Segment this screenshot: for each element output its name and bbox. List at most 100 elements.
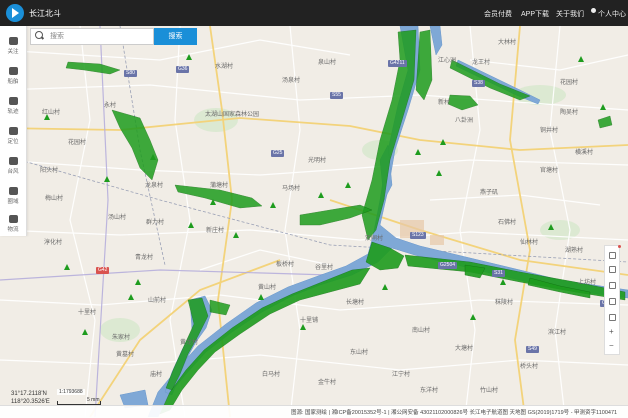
place-label: 十里村 (78, 310, 97, 316)
app-logo-icon[interactable] (6, 4, 24, 22)
search-button[interactable]: 搜索 (154, 28, 197, 45)
place-label: 马场村 (282, 186, 301, 192)
place-label: 板桥村 (276, 262, 295, 268)
place-label: 梅山村 (45, 196, 64, 202)
sidebar-item-area[interactable]: 圈域 (0, 184, 26, 206)
sidebar-item-follow[interactable]: 关注 (0, 34, 26, 56)
route-shield: G36 (176, 66, 190, 73)
map-tools: + − (604, 245, 620, 355)
route-shield: G42 (96, 267, 110, 274)
app-title: 长江北斗 (29, 9, 61, 18)
map-canvas[interactable] (0, 0, 628, 417)
place-label: 青龙村 (135, 255, 154, 261)
route-shield: S49 (526, 346, 539, 353)
top-bar: 长江北斗 会员付费 APP下载 关于我们 个人中心 (0, 0, 628, 26)
place-label: 桥头村 (520, 364, 539, 370)
sidebar-item-track[interactable]: 轨迹 (0, 94, 26, 116)
place-label: 官塘村 (540, 168, 559, 174)
route-shield: S80 (124, 70, 137, 77)
place-label: 龙王村 (472, 60, 491, 66)
boat-icon (9, 67, 18, 75)
zoom-in-button[interactable]: + (609, 328, 614, 336)
left-sidebar: 关注 船舶 轨迹 定位 台风 圈域 物流 (0, 26, 27, 236)
zoom-out-button[interactable]: − (609, 342, 614, 350)
sidebar-item-label: 台风 (7, 169, 19, 175)
nav-membership[interactable]: 会员付费 (484, 9, 512, 19)
place-label: 双闸村 (365, 236, 384, 242)
place-label: 仙林村 (520, 240, 539, 246)
sidebar-item-label: 圈域 (7, 199, 19, 205)
place-label: 花园村 (560, 80, 579, 86)
place-label: 永村 (104, 103, 117, 109)
place-label: 白马村 (262, 372, 281, 378)
sidebar-item-typhoon[interactable]: 台风 (0, 154, 26, 176)
route-shield: G2504 (438, 262, 458, 269)
coordinate-readout: 31°17.2118'N 118°20.3526'E (11, 390, 50, 406)
footer-bar: 图源: 国家测绘 | 湘ICP备20015352号-1 | 湘公网安备 4302… (0, 405, 628, 418)
route-shield: S55 (330, 92, 343, 99)
marker-icon[interactable] (609, 314, 616, 321)
sidebar-item-location[interactable]: 定位 (0, 124, 26, 146)
logistics-icon (9, 215, 18, 223)
place-label: 黄龙村 (180, 340, 199, 346)
route-shield: G25 (271, 150, 285, 157)
layers-icon[interactable] (609, 252, 616, 259)
nav-about[interactable]: 关于我们 (556, 9, 584, 19)
place-label: 江心洲 (438, 58, 457, 64)
place-label: 竹山村 (480, 388, 499, 394)
place-label: 秣陵村 (495, 300, 514, 306)
footer-credits: 图源: 国家测绘 | 湘ICP备20015352号-1 | 湘公网安备 4302… (291, 410, 618, 416)
sidebar-item-label: 船舶 (7, 79, 19, 85)
place-label: 大塘村 (455, 346, 474, 352)
sidebar-item-logistics[interactable]: 物流 (0, 212, 26, 234)
place-label: 上坊村 (578, 280, 597, 286)
measure-icon[interactable] (609, 282, 616, 289)
place-label: 江宁村 (392, 372, 411, 378)
place-label: 汤泉村 (282, 78, 301, 84)
search-input[interactable] (50, 29, 150, 44)
filter-icon[interactable] (609, 266, 616, 273)
place-label: 黄墓村 (116, 352, 135, 358)
place-label: 东洋村 (420, 388, 439, 394)
place-label: 红山村 (42, 110, 61, 116)
place-label: 石佛村 (498, 220, 517, 226)
latitude-readout: 31°17.2118'N (11, 391, 47, 397)
sidebar-item-label: 关注 (7, 49, 19, 55)
route-shield: G4211 (388, 60, 407, 67)
place-label: 谷里村 (315, 265, 334, 271)
route-shield: S31 (492, 270, 505, 277)
nav-app-download[interactable]: APP下载 (521, 9, 549, 19)
place-label: 水湖村 (215, 64, 234, 70)
place-label: 泉山村 (318, 60, 337, 66)
place-label: 东山村 (350, 350, 369, 356)
place-label: 太湖山国家森林公园 (205, 112, 260, 118)
place-label: 新村 (438, 100, 451, 106)
area-icon (9, 187, 18, 195)
place-label: 十里铺 (300, 318, 319, 324)
route-shield: S123 (410, 232, 426, 239)
sidebar-item-label: 轨迹 (7, 109, 19, 115)
ship-icon (9, 37, 18, 45)
track-icon (9, 97, 18, 105)
place-label: 山前村 (148, 298, 167, 304)
scale-ratio: 1:1793688 (57, 389, 85, 395)
place-label: 陶吴村 (560, 110, 579, 116)
user-icon (591, 8, 596, 13)
place-label: 阳头村 (40, 168, 59, 174)
place-label: 燕子矶 (480, 190, 499, 196)
place-label: 八卦洲 (455, 118, 474, 124)
place-label: 南山村 (412, 328, 431, 334)
sidebar-item-label: 定位 (7, 139, 19, 145)
notification-dot (618, 245, 621, 248)
map-view[interactable]: 江心洲 太湖山国家森林公园 水湖村 汤泉村 泉山村 红山村 永村 花园村 阳头村… (0, 0, 628, 417)
nav-user-center[interactable]: 个人中心 (598, 9, 626, 19)
sidebar-item-label: 物流 (7, 227, 19, 233)
place-label: 横溪村 (575, 150, 594, 156)
place-label: 长塘村 (346, 300, 365, 306)
sidebar-item-vessels[interactable]: 船舶 (0, 64, 26, 86)
search-icon (35, 31, 43, 39)
route-shield: S38 (472, 80, 485, 87)
ruler-icon[interactable] (609, 298, 616, 305)
location-icon (9, 127, 18, 135)
place-label: 铜井村 (540, 128, 559, 134)
